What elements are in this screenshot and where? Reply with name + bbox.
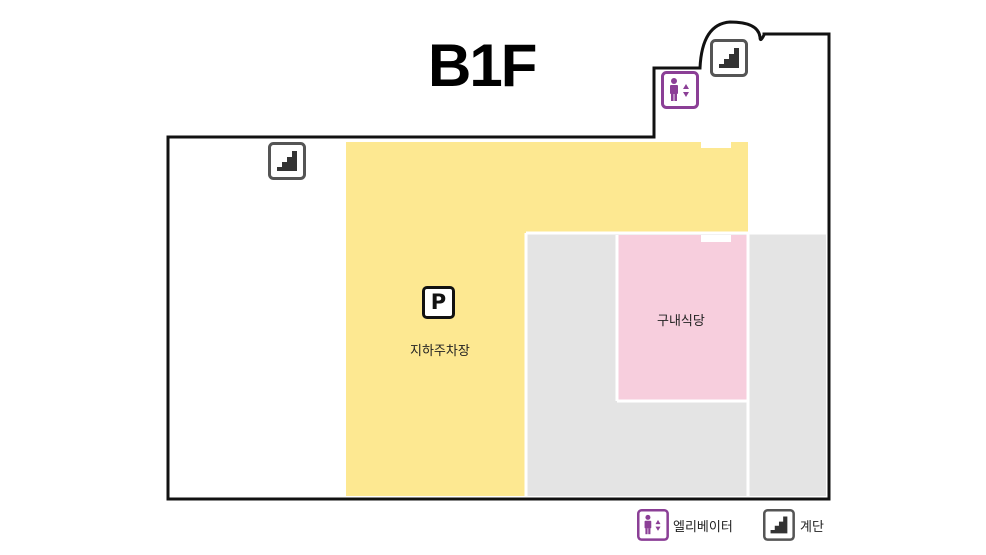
elevator-icon bbox=[661, 71, 699, 109]
elevator-icon bbox=[637, 509, 669, 541]
stairs-icon bbox=[710, 39, 748, 77]
parking-icon: P bbox=[422, 286, 455, 319]
stairs-icon bbox=[268, 142, 306, 180]
cafeteria-label: 구내식당 bbox=[657, 314, 705, 329]
legend-stairs-label: 계단 bbox=[800, 520, 824, 535]
door-opening bbox=[701, 235, 731, 242]
parking-label: 지하주차장 bbox=[410, 344, 470, 359]
door-opening bbox=[701, 141, 731, 148]
legend-elevator-label: 엘리베이터 bbox=[673, 520, 733, 535]
floor-title: B1F bbox=[428, 32, 537, 99]
stairs-icon bbox=[763, 509, 795, 541]
